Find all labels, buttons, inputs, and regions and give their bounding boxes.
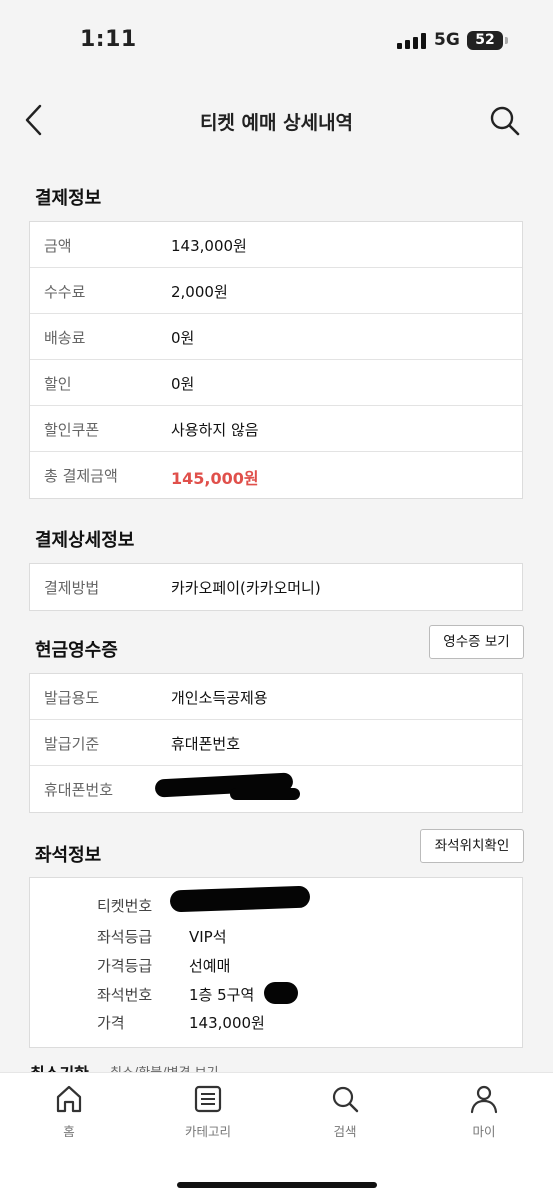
- seat-value: 1층 5구역: [189, 986, 255, 1004]
- tab-label: 홈: [63, 1124, 75, 1139]
- table-row: 할인쿠폰 사용하지 않음: [30, 406, 522, 452]
- signal-icon: [397, 33, 427, 49]
- page-title: 티켓 예매 상세내역: [199, 112, 354, 134]
- seat-label: 가격등급: [97, 957, 153, 975]
- tab-my[interactable]: 마이: [434, 1083, 534, 1153]
- row-label: 결제방법: [44, 579, 100, 597]
- header: 티켓 예매 상세내역: [0, 90, 553, 152]
- section-title-payment: 결제정보: [35, 188, 102, 209]
- seat-label: 가격: [97, 1014, 125, 1032]
- table-row: 배송료 0원: [30, 314, 522, 360]
- table-row: 총 결제금액 145,000원: [30, 452, 522, 498]
- row-label: 수수료: [44, 283, 86, 301]
- view-receipt-button[interactable]: 영수증 보기: [429, 625, 524, 659]
- row-label: 발급기준: [44, 735, 100, 753]
- tab-bar: 홈 카테고리 검색 마이: [0, 1072, 553, 1200]
- battery-icon: 52: [467, 31, 503, 50]
- row-label: 배송료: [44, 329, 86, 347]
- seat-label: 티켓번호: [97, 897, 153, 915]
- payment-info-box: 금액 143,000원 수수료 2,000원 배송료 0원 할인 0원 할인쿠폰…: [29, 221, 523, 499]
- redaction-mark: [230, 788, 300, 800]
- tab-label: 마이: [472, 1124, 496, 1139]
- row-value: 0원: [171, 375, 195, 393]
- section-title-cash-receipt: 현금영수증: [35, 640, 118, 661]
- section-title-payment-detail: 결제상세정보: [35, 530, 135, 551]
- table-row: 금액 143,000원: [30, 222, 522, 268]
- table-row: 수수료 2,000원: [30, 268, 522, 314]
- redaction-mark: [169, 885, 311, 913]
- search-icon: [332, 1086, 359, 1113]
- list-icon: [194, 1085, 222, 1113]
- seat-value: 143,000원: [189, 1014, 265, 1032]
- seat-info-box: 티켓번호 좌석등급 VIP석 가격등급 선예매 좌석번호 1층 5구역 가격 1…: [29, 877, 523, 1048]
- cash-receipt-box: 발급용도 개인소득공제용 발급기준 휴대폰번호 휴대폰번호: [29, 673, 523, 813]
- row-label: 총 결제금액: [44, 467, 118, 485]
- row-value: 143,000원: [171, 237, 247, 255]
- table-row: 발급기준 휴대폰번호: [30, 720, 522, 766]
- home-icon: [56, 1085, 82, 1113]
- seat-value: 선예매: [189, 957, 231, 975]
- home-indicator: [177, 1182, 377, 1188]
- row-value: 휴대폰번호: [171, 735, 241, 753]
- tab-home[interactable]: 홈: [19, 1083, 119, 1153]
- row-label: 발급용도: [44, 689, 100, 707]
- seat-label: 좌석번호: [97, 986, 153, 1004]
- row-label: 휴대폰번호: [44, 781, 114, 799]
- section-title-seat: 좌석정보: [35, 845, 102, 866]
- row-label: 할인쿠폰: [44, 421, 100, 439]
- tab-search[interactable]: 검색: [295, 1083, 395, 1153]
- payment-detail-box: 결제방법 카카오페이(카카오머니): [29, 563, 523, 611]
- table-row: 휴대폰번호: [30, 766, 522, 812]
- search-button[interactable]: [488, 104, 522, 138]
- battery-cap: [505, 37, 508, 44]
- search-icon: [490, 106, 520, 136]
- table-row: 할인 0원: [30, 360, 522, 406]
- tab-label: 검색: [333, 1124, 357, 1139]
- row-value: 개인소득공제용: [171, 689, 268, 707]
- tab-label: 카테고리: [184, 1124, 231, 1139]
- table-row: 발급용도 개인소득공제용: [30, 674, 522, 720]
- network-type: 5G: [434, 30, 460, 50]
- total-amount: 145,000원: [171, 469, 259, 488]
- seat-label: 좌석등급: [97, 928, 153, 946]
- table-row: 결제방법 카카오페이(카카오머니): [30, 564, 522, 610]
- seat-location-button[interactable]: 좌석위치확인: [420, 829, 524, 863]
- status-bar: 1:11 5G 52: [0, 0, 553, 80]
- row-value: 2,000원: [171, 283, 228, 301]
- tab-category[interactable]: 카테고리: [158, 1083, 258, 1153]
- redaction-mark: [264, 982, 298, 1004]
- person-icon: [470, 1085, 498, 1114]
- row-label: 할인: [44, 375, 72, 393]
- seat-value: VIP석: [189, 928, 227, 946]
- row-label: 금액: [44, 237, 72, 255]
- row-value: 0원: [171, 329, 195, 347]
- status-time: 1:11: [80, 27, 137, 52]
- row-value: 카카오페이(카카오머니): [171, 579, 321, 597]
- row-value: 사용하지 않음: [171, 421, 259, 439]
- screen: 1:11 5G 52 티켓 예매 상세내역 결제정보 금액 143,000원 수…: [0, 0, 553, 1200]
